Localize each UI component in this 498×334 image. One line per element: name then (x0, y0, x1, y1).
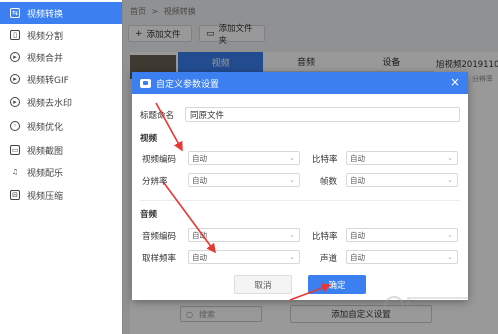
sidebar-item-video-gif[interactable]: ▸ 视频转GIF (0, 68, 122, 90)
sidebar-item-video-optimize[interactable]: ◦ 视频优化 (0, 115, 122, 137)
cancel-button[interactable]: 取消 (234, 275, 292, 294)
audio-codec-value: 自动 (192, 230, 207, 240)
sidebar-item-label: 视频压缩 (27, 191, 64, 202)
sidebar: ⇆ 视频转换 ▯ 视频分割 ▸ 视频合并 ▸ 视频转GIF ▸ 视频去水印 ◦ … (0, 0, 123, 334)
video-codec-select[interactable]: 自动 ⌄ (188, 151, 300, 165)
file-name: 旭视频2019110... (436, 60, 498, 70)
breadcrumb-separator: > (151, 7, 159, 16)
audio-codec-label: 音频编码 (142, 232, 177, 242)
video-codec-label: 视频编码 (142, 155, 177, 165)
plus-icon: + (135, 28, 143, 39)
sidebar-item-label: 视频转换 (27, 9, 64, 20)
dialog-title: 自定义参数设置 (156, 79, 220, 90)
custom-settings-dialog: 自定义参数设置 × 标题命名 同原文件 视频 视频编码 自动 ⌄ 比特率 自动 ⌄ … (132, 72, 468, 300)
sidebar-item-video-screenshot[interactable]: ▭ 视频截图 (0, 139, 122, 161)
sidebar-item-video-merge[interactable]: ▸ 视频合并 (0, 46, 122, 68)
camera-icon (140, 78, 151, 88)
bitrate-value: 自动 (350, 153, 365, 163)
ok-button[interactable]: 确定 (308, 275, 366, 294)
section-divider (140, 200, 460, 201)
convert-icon: ⇆ (10, 8, 20, 18)
resolution-value: 自动 (192, 175, 207, 185)
audio-bitrate-label: 比特率 (312, 232, 338, 242)
add-folder-button[interactable]: ▭ 添加文件夹 (199, 24, 265, 46)
tab-device[interactable]: 设备 (348, 52, 434, 72)
chevron-down-icon: ⌄ (289, 253, 295, 261)
channel-select[interactable]: 自动 ⌄ (346, 250, 458, 264)
breadcrumb-home[interactable]: 首页 (130, 7, 146, 16)
search-placeholder: 搜索 (198, 309, 215, 319)
audio-codec-select[interactable]: 自动 ⌄ (188, 228, 300, 242)
audio-section-heading: 音频 (140, 210, 158, 220)
sidebar-item-label: 视频去水印 (27, 98, 73, 109)
music-icon: ♫ (11, 167, 19, 176)
sidebar-item-video-watermark[interactable]: ▸ 视频去水印 (0, 91, 122, 113)
resolution-label: 分辨率 (142, 177, 168, 187)
title-name-label: 标题命名 (140, 111, 175, 121)
title-name-input[interactable]: 同原文件 (185, 107, 460, 122)
breadcrumb: 首页 > 视频转换 (130, 6, 199, 17)
search-icon: ○ (186, 309, 193, 319)
search-input[interactable]: ○ 搜索 (180, 306, 262, 322)
chevron-down-icon: ⌄ (447, 154, 453, 162)
bitrate-select[interactable]: 自动 ⌄ (346, 151, 458, 165)
video-codec-value: 自动 (192, 153, 207, 163)
breadcrumb-current: 视频转换 (163, 7, 196, 16)
sidebar-item-video-music[interactable]: ♫ 视频配乐 (0, 161, 122, 183)
sample-rate-value: 自动 (192, 252, 207, 262)
chevron-down-icon: ⌄ (447, 231, 453, 239)
close-icon[interactable]: × (450, 75, 460, 89)
add-file-label: 添加文件 (146, 29, 181, 40)
sidebar-item-video-convert[interactable]: ⇆ 视频转换 (0, 2, 122, 24)
optimize-icon: ◦ (10, 121, 20, 131)
chevron-down-icon: ⌄ (447, 176, 453, 184)
screenshot-icon: ▭ (10, 145, 20, 155)
sidebar-item-label: 视频转GIF (27, 75, 69, 86)
file-resolution: 分辨率 (472, 75, 493, 83)
sidebar-item-label: 视频配乐 (27, 168, 64, 179)
resolution-select[interactable]: 自动 ⌄ (188, 173, 300, 187)
framerate-value: 自动 (350, 175, 365, 185)
framerate-label: 帧数 (320, 177, 338, 187)
tab-audio[interactable]: 音频 (263, 52, 349, 72)
sample-rate-select[interactable]: 自动 ⌄ (188, 250, 300, 264)
gif-icon: ▸ (10, 74, 20, 84)
sidebar-item-video-split[interactable]: ▯ 视频分割 (0, 24, 122, 46)
compress-icon: ⊟ (10, 190, 20, 200)
format-tabs: 视频 音频 设备 (178, 52, 434, 72)
sidebar-item-label: 视频分割 (27, 31, 64, 42)
channel-value: 自动 (350, 252, 365, 262)
folder-icon: ▭ (206, 28, 215, 39)
tab-video[interactable]: 视频 (178, 52, 264, 72)
watermark-logo (384, 296, 485, 316)
merge-icon: ▸ (10, 52, 20, 62)
channel-label: 声道 (320, 254, 338, 264)
sample-rate-label: 取样频率 (142, 254, 177, 264)
chevron-down-icon: ⌄ (289, 231, 295, 239)
framerate-select[interactable]: 自动 ⌄ (346, 173, 458, 187)
chevron-down-icon: ⌄ (289, 176, 295, 184)
bitrate-label: 比特率 (312, 155, 338, 165)
audio-bitrate-select[interactable]: 自动 ⌄ (346, 228, 458, 242)
video-section-heading: 视频 (140, 134, 158, 144)
chevron-down-icon: ⌄ (447, 253, 453, 261)
sidebar-item-label: 视频优化 (27, 122, 64, 133)
sidebar-item-video-compress[interactable]: ⊟ 视频压缩 (0, 184, 122, 206)
add-file-button[interactable]: + 添加文件 (128, 25, 192, 42)
dialog-header: 自定义参数设置 × (132, 72, 468, 94)
add-folder-label: 添加文件夹 (218, 23, 253, 46)
watermark-remove-icon: ▸ (10, 97, 20, 107)
audio-bitrate-value: 自动 (350, 230, 365, 240)
sidebar-item-label: 视频合并 (27, 53, 64, 64)
sidebar-item-label: 视频截图 (27, 146, 64, 157)
split-icon: ▯ (10, 30, 20, 40)
chevron-down-icon: ⌄ (289, 154, 295, 162)
